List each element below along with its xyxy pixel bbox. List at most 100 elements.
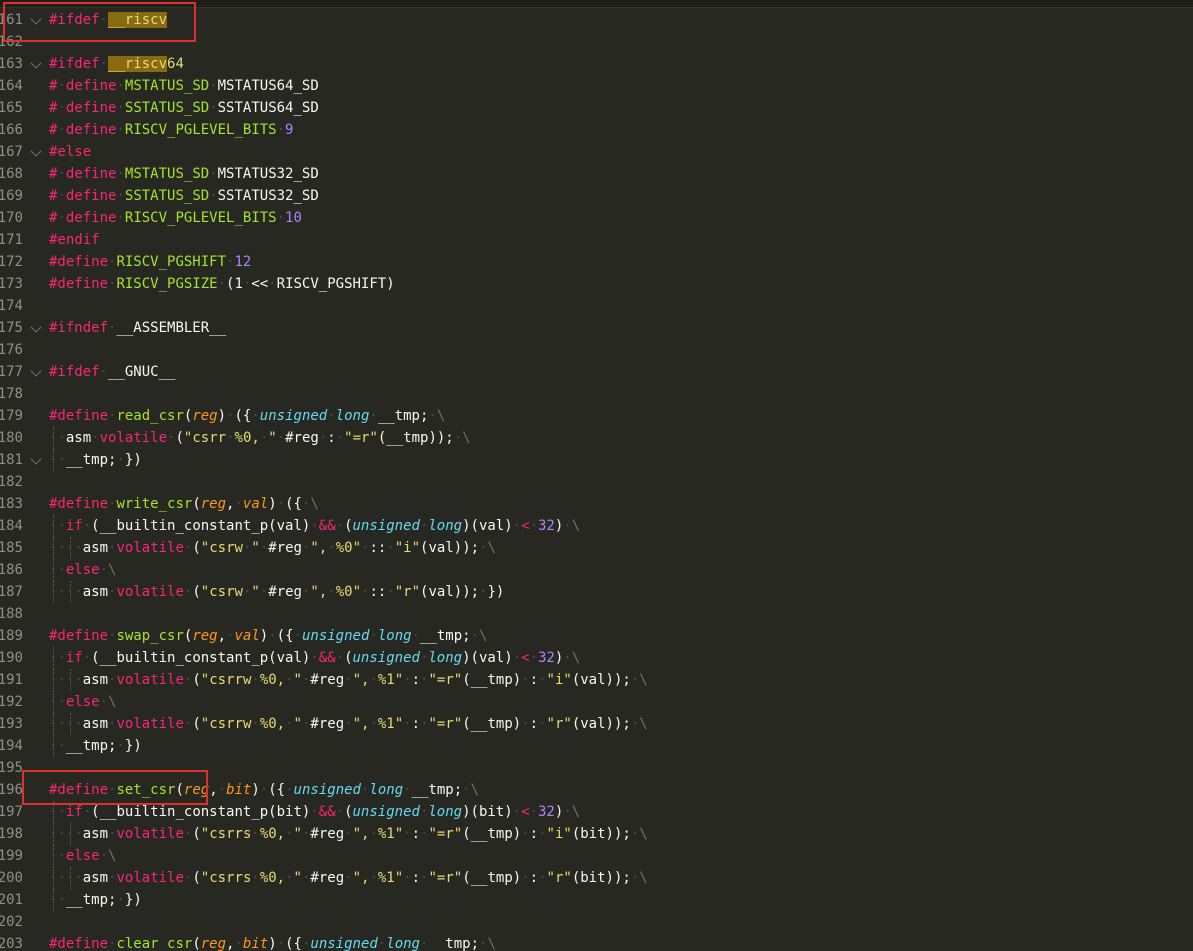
code-text: #·define·SSTATUS_SD·SSTATUS64_SD bbox=[49, 97, 319, 119]
code-token: ·MSTATUS32_SD bbox=[209, 166, 319, 182]
code-line-202[interactable]: 202 bbox=[0, 911, 1193, 933]
code-token: \ bbox=[108, 848, 117, 864]
code-line-171[interactable]: 171 #endif bbox=[0, 229, 1193, 251]
code-line-199[interactable]: 199 ··else·\ bbox=[0, 845, 1193, 867]
code-token: \ bbox=[571, 650, 581, 666]
code-line-189[interactable]: 189 #define·swap_csr(reg,·val)·({·unsigne… bbox=[0, 625, 1193, 647]
code-line-166[interactable]: 166 #·define·RISCV_PGLEVEL_BITS·9 bbox=[0, 119, 1193, 141]
code-token: else bbox=[65, 694, 100, 710]
fold-chevron-icon[interactable] bbox=[30, 13, 42, 25]
code-line-197[interactable]: 197 ··if·(__builtin_constant_p(bit)·&&·(u… bbox=[0, 801, 1193, 823]
line-number: 195 bbox=[0, 760, 23, 776]
code-token: ,· bbox=[226, 936, 243, 951]
code-line-170[interactable]: 170 #·define·RISCV_PGLEVEL_BITS·10 bbox=[0, 207, 1193, 229]
line-number: 194 bbox=[0, 738, 23, 754]
code-token: · bbox=[99, 562, 109, 578]
code-line-165[interactable]: 165 #·define·SSTATUS_SD·SSTATUS64_SD bbox=[0, 97, 1193, 119]
code-token: && bbox=[318, 804, 336, 820]
code-token: ·__GNUC__ bbox=[99, 364, 176, 380]
code-token: if bbox=[65, 804, 83, 820]
code-token: (val));· bbox=[571, 672, 640, 688]
code-token: #define bbox=[49, 628, 109, 644]
code-line-168[interactable]: 168 #·define·MSTATUS_SD·MSTATUS32_SD bbox=[0, 163, 1193, 185]
line-number: 181 bbox=[0, 452, 23, 468]
code-token: reg bbox=[200, 936, 227, 951]
code-line-173[interactable]: 173 #define·RISCV_PGSIZE·(1·<<·RISCV_PGSH… bbox=[0, 273, 1193, 295]
fold-chevron-icon[interactable] bbox=[30, 365, 42, 377]
code-token: unsigned bbox=[301, 628, 370, 644]
code-line-172[interactable]: 172 #define·RISCV_PGSHIFT·12 bbox=[0, 251, 1193, 273]
code-token: unsigned bbox=[293, 782, 361, 798]
code-token: unsigned bbox=[352, 804, 420, 820]
code-line-186[interactable]: 186 ··else·\ bbox=[0, 559, 1193, 581]
code-line-182[interactable]: 182 bbox=[0, 471, 1193, 493]
code-line-194[interactable]: 194 ··__tmp;·}) bbox=[0, 735, 1193, 757]
code-token: \ bbox=[639, 716, 648, 732]
code-line-203[interactable]: 203 #define · clear_csr(reg,·bit)·({·unsign… bbox=[0, 933, 1193, 951]
line-number: 167 bbox=[0, 144, 23, 160]
code-text: #·define·MSTATUS_SD·MSTATUS32_SD bbox=[49, 163, 319, 185]
code-line-191[interactable]: 191 ····asm·volatile·("csrrw·%0,·"·#reg·"… bbox=[0, 669, 1193, 691]
code-line-179[interactable]: 179 #define·read_csr(reg)·({·unsigned·lon… bbox=[0, 405, 1193, 427]
code-line-185[interactable]: 185 ····asm·volatile·("csrw·"·#reg·",·%0"… bbox=[0, 537, 1193, 559]
code-token: #ifdef bbox=[49, 56, 100, 72]
code-token: )·({· bbox=[217, 408, 260, 424]
code-line-164[interactable]: 164 #·define·MSTATUS_SD·MSTATUS64_SD bbox=[0, 75, 1193, 97]
code-token: \ bbox=[310, 496, 319, 512]
code-line-175[interactable]: 175 #ifndef·__ASSEMBLER__ bbox=[0, 317, 1193, 339]
code-line-181[interactable]: 181 ··__tmp;·}) bbox=[0, 449, 1193, 471]
fold-chevron-icon[interactable] bbox=[30, 453, 42, 465]
code-line-195[interactable]: 195 bbox=[0, 757, 1193, 779]
code-line-198[interactable]: 198 ····asm·volatile·("csrrs·%0,·"·#reg·"… bbox=[0, 823, 1193, 845]
code-token: )(bit)· bbox=[462, 804, 522, 820]
code-token: ·__tmp;· bbox=[419, 936, 488, 951]
code-line-176[interactable]: 176 bbox=[0, 339, 1193, 361]
code-token: ····asm· bbox=[49, 672, 117, 688]
line-number: 169 bbox=[0, 188, 23, 204]
code-token: val bbox=[234, 628, 260, 644]
code-line-201[interactable]: 201 ··__tmp;·}) bbox=[0, 889, 1193, 911]
code-token: )· bbox=[554, 804, 572, 820]
code-line-200[interactable]: 200 ····asm·volatile·("csrrs·%0,·"·#reg·"… bbox=[0, 867, 1193, 889]
code-line-183[interactable]: 183 #define·write_csr(reg,·val)·({·\ bbox=[0, 493, 1193, 515]
code-editor[interactable]: 161 #ifdef·__riscv 162 163 #ifdef·__riscv64 1… bbox=[0, 9, 1193, 951]
code-token: ·· bbox=[49, 562, 66, 578]
code-token: else bbox=[65, 848, 100, 864]
line-number: 175 bbox=[0, 320, 23, 336]
code-line-184[interactable]: 184 ··if·(__builtin_constant_p(val)·&&·(u… bbox=[0, 515, 1193, 537]
code-token: #define bbox=[49, 408, 109, 424]
code-line-196[interactable]: 196 #define·set_csr(reg,·bit)·({·unsigned… bbox=[0, 779, 1193, 801]
code-line-177[interactable]: 177 #ifdef·__GNUC__ bbox=[0, 361, 1193, 383]
code-line-162[interactable]: 162 bbox=[0, 31, 1193, 53]
line-number: 178 bbox=[0, 386, 23, 402]
code-line-192[interactable]: 192 ··else·\ bbox=[0, 691, 1193, 713]
code-line-163[interactable]: 163 #ifdef·__riscv64 bbox=[0, 53, 1193, 75]
code-line-193[interactable]: 193 ····asm·volatile·("csrrw·%0,·"·#reg·"… bbox=[0, 713, 1193, 735]
code-token: ",·%0" bbox=[310, 584, 362, 600]
code-line-161[interactable]: 161 #ifdef·__riscv bbox=[0, 9, 1193, 31]
code-token: · bbox=[99, 12, 109, 28]
code-line-188[interactable]: 188 bbox=[0, 603, 1193, 625]
code-token: 12 bbox=[234, 254, 252, 270]
code-token: ····asm· bbox=[49, 826, 117, 842]
code-line-180[interactable]: 180 ··asm·volatile·("csrr·%0,·"·#reg·:·"=… bbox=[0, 427, 1193, 449]
code-token: ,· bbox=[217, 628, 235, 644]
fold-chevron-icon[interactable] bbox=[30, 57, 42, 69]
fold-chevron-icon[interactable] bbox=[30, 321, 42, 333]
code-line-169[interactable]: 169 #·define·SSTATUS_SD·SSTATUS32_SD bbox=[0, 185, 1193, 207]
code-line-167[interactable]: 167 #else bbox=[0, 141, 1193, 163]
code-text: #define·write_csr(reg,·val)·({·\ bbox=[49, 493, 319, 515]
code-token: 9 bbox=[285, 122, 294, 138]
code-token: long bbox=[386, 936, 420, 951]
code-token: \ bbox=[479, 628, 488, 644]
code-token: ·( bbox=[183, 584, 201, 600]
code-text: #define·RISCV_PGSHIFT·12 bbox=[49, 251, 251, 273]
fold-chevron-icon[interactable] bbox=[30, 145, 42, 157]
code-line-174[interactable]: 174 bbox=[0, 295, 1193, 317]
code-line-190[interactable]: 190 ··if·(__builtin_constant_p(val)·&&·(u… bbox=[0, 647, 1193, 669]
code-line-187[interactable]: 187 ····asm·volatile·("csrw·"·#reg·",·%0"… bbox=[0, 581, 1193, 603]
code-text: #ifdef·__riscv64 bbox=[49, 53, 184, 75]
code-line-178[interactable]: 178 bbox=[0, 383, 1193, 405]
code-text: #·define·MSTATUS_SD·MSTATUS64_SD bbox=[49, 75, 319, 97]
code-token: ·__tmp;· bbox=[403, 782, 471, 798]
